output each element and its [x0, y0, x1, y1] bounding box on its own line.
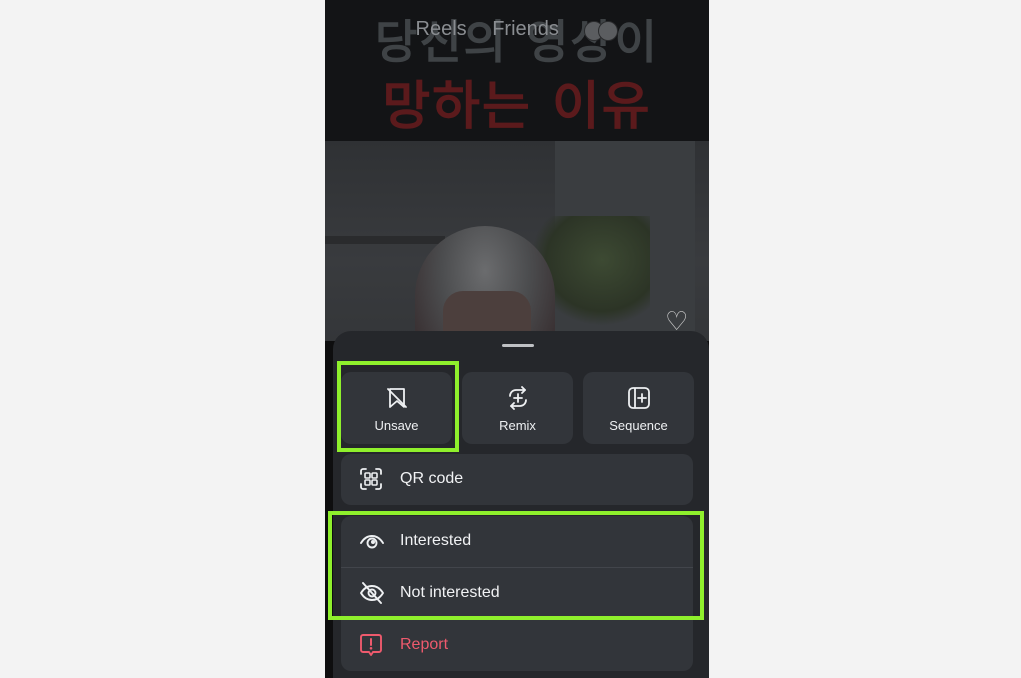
sheet-drag-handle[interactable] — [502, 344, 534, 347]
sequence-button[interactable]: Sequence — [583, 372, 694, 444]
avatar — [598, 20, 619, 41]
report-button[interactable]: Report — [341, 620, 693, 671]
remix-button[interactable]: Remix — [462, 372, 573, 444]
friends-avatars[interactable] — [584, 20, 619, 41]
video-headline-line2: 망하는 이유 — [382, 77, 652, 137]
video-thumbnail-top: 당신의 영상이 망하는 이유 Reels Friends — [325, 0, 709, 141]
video-frame[interactable] — [325, 141, 709, 376]
sequence-label: Sequence — [609, 418, 668, 433]
reels-tab-bar: Reels Friends — [325, 18, 709, 41]
highlight-interest-options — [328, 511, 704, 620]
tab-reels[interactable]: Reels — [416, 18, 467, 40]
background-shelf — [325, 236, 445, 244]
qr-code-card: QR code — [341, 454, 693, 505]
highlight-unsave — [337, 361, 459, 452]
sequence-add-icon — [628, 387, 650, 409]
qr-code-icon — [360, 468, 382, 490]
report-label: Report — [400, 636, 449, 653]
tab-friends[interactable]: Friends — [492, 18, 559, 40]
remix-label: Remix — [499, 418, 536, 433]
report-exclamation-icon — [360, 634, 382, 656]
qr-code-label: QR code — [400, 470, 464, 487]
qr-code-button[interactable]: QR code — [341, 454, 693, 505]
remix-icon — [509, 386, 527, 410]
